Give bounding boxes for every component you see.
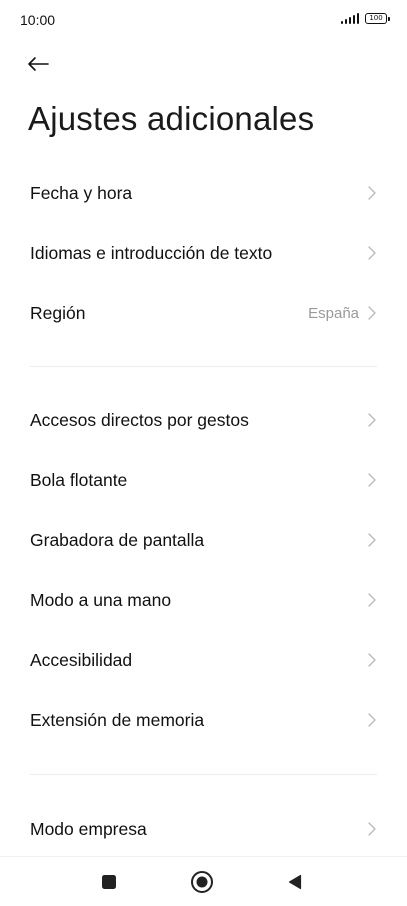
- chevron-right-icon: [368, 713, 376, 727]
- settings-item-extension-memoria[interactable]: Extensión de memoria: [0, 690, 407, 750]
- settings-item-label: Fecha y hora: [30, 182, 133, 203]
- battery-icon: 100: [365, 13, 390, 24]
- nav-home-button[interactable]: [189, 869, 215, 895]
- chevron-right-icon: [368, 473, 376, 487]
- settings-section-2: Accesos directos por gestos Bola flotant…: [0, 390, 407, 750]
- settings-item-label: Región: [30, 302, 86, 323]
- status-bar: 10:00 100: [0, 0, 407, 40]
- page-title: Ajustes adicionales: [28, 100, 315, 137]
- chevron-right-icon: [368, 593, 376, 607]
- settings-item-bola-flotante[interactable]: Bola flotante: [0, 450, 407, 510]
- settings-item-modo-empresa[interactable]: Modo empresa: [0, 799, 407, 859]
- settings-item-label: Modo a una mano: [30, 589, 172, 610]
- chevron-right-icon: [368, 246, 376, 260]
- arrow-left-icon: [28, 57, 49, 71]
- screen: 10:00 100 Ajustes adicionales Fecha y ho…: [0, 0, 407, 906]
- chevron-right-icon: [368, 186, 376, 200]
- square-icon: [102, 875, 116, 889]
- signal-icon: [341, 13, 359, 24]
- status-icons: 100: [341, 13, 390, 24]
- back-button[interactable]: [26, 50, 58, 78]
- chevron-right-icon: [368, 533, 376, 547]
- nav-back-button[interactable]: [282, 869, 308, 895]
- settings-section-3: Modo empresa: [0, 799, 407, 859]
- status-time: 10:00: [20, 12, 56, 28]
- settings-item-grabadora[interactable]: Grabadora de pantalla: [0, 510, 407, 570]
- nav-recents-button[interactable]: [96, 869, 122, 895]
- circle-icon: [191, 871, 213, 893]
- settings-item-label: Accesos directos por gestos: [30, 409, 249, 430]
- settings-item-label: Extensión de memoria: [30, 709, 205, 730]
- settings-item-label: Accesibilidad: [30, 649, 133, 670]
- settings-item-label: Idiomas e introducción de texto: [30, 242, 273, 263]
- settings-section-1: Fecha y hora Idiomas e introducción de t…: [0, 163, 407, 343]
- settings-item-value: España: [308, 304, 359, 322]
- navigation-bar: [0, 856, 407, 906]
- settings-item-region[interactable]: Región España: [0, 283, 407, 343]
- settings-item-idiomas[interactable]: Idiomas e introducción de texto: [0, 223, 407, 283]
- settings-item-modo-una-mano[interactable]: Modo a una mano: [0, 570, 407, 630]
- section-divider: [30, 774, 377, 775]
- settings-item-accesos-directos[interactable]: Accesos directos por gestos: [0, 390, 407, 450]
- section-divider: [30, 366, 377, 367]
- chevron-right-icon: [368, 653, 376, 667]
- settings-item-label: Modo empresa: [30, 818, 147, 839]
- settings-item-label: Grabadora de pantalla: [30, 529, 205, 550]
- chevron-right-icon: [368, 306, 376, 320]
- settings-item-label: Bola flotante: [30, 469, 128, 490]
- settings-item-accesibilidad[interactable]: Accesibilidad: [0, 630, 407, 690]
- battery-level: 100: [369, 14, 383, 22]
- settings-item-fecha-y-hora[interactable]: Fecha y hora: [0, 163, 407, 223]
- chevron-right-icon: [368, 822, 376, 836]
- chevron-right-icon: [368, 413, 376, 427]
- triangle-left-icon: [288, 874, 302, 890]
